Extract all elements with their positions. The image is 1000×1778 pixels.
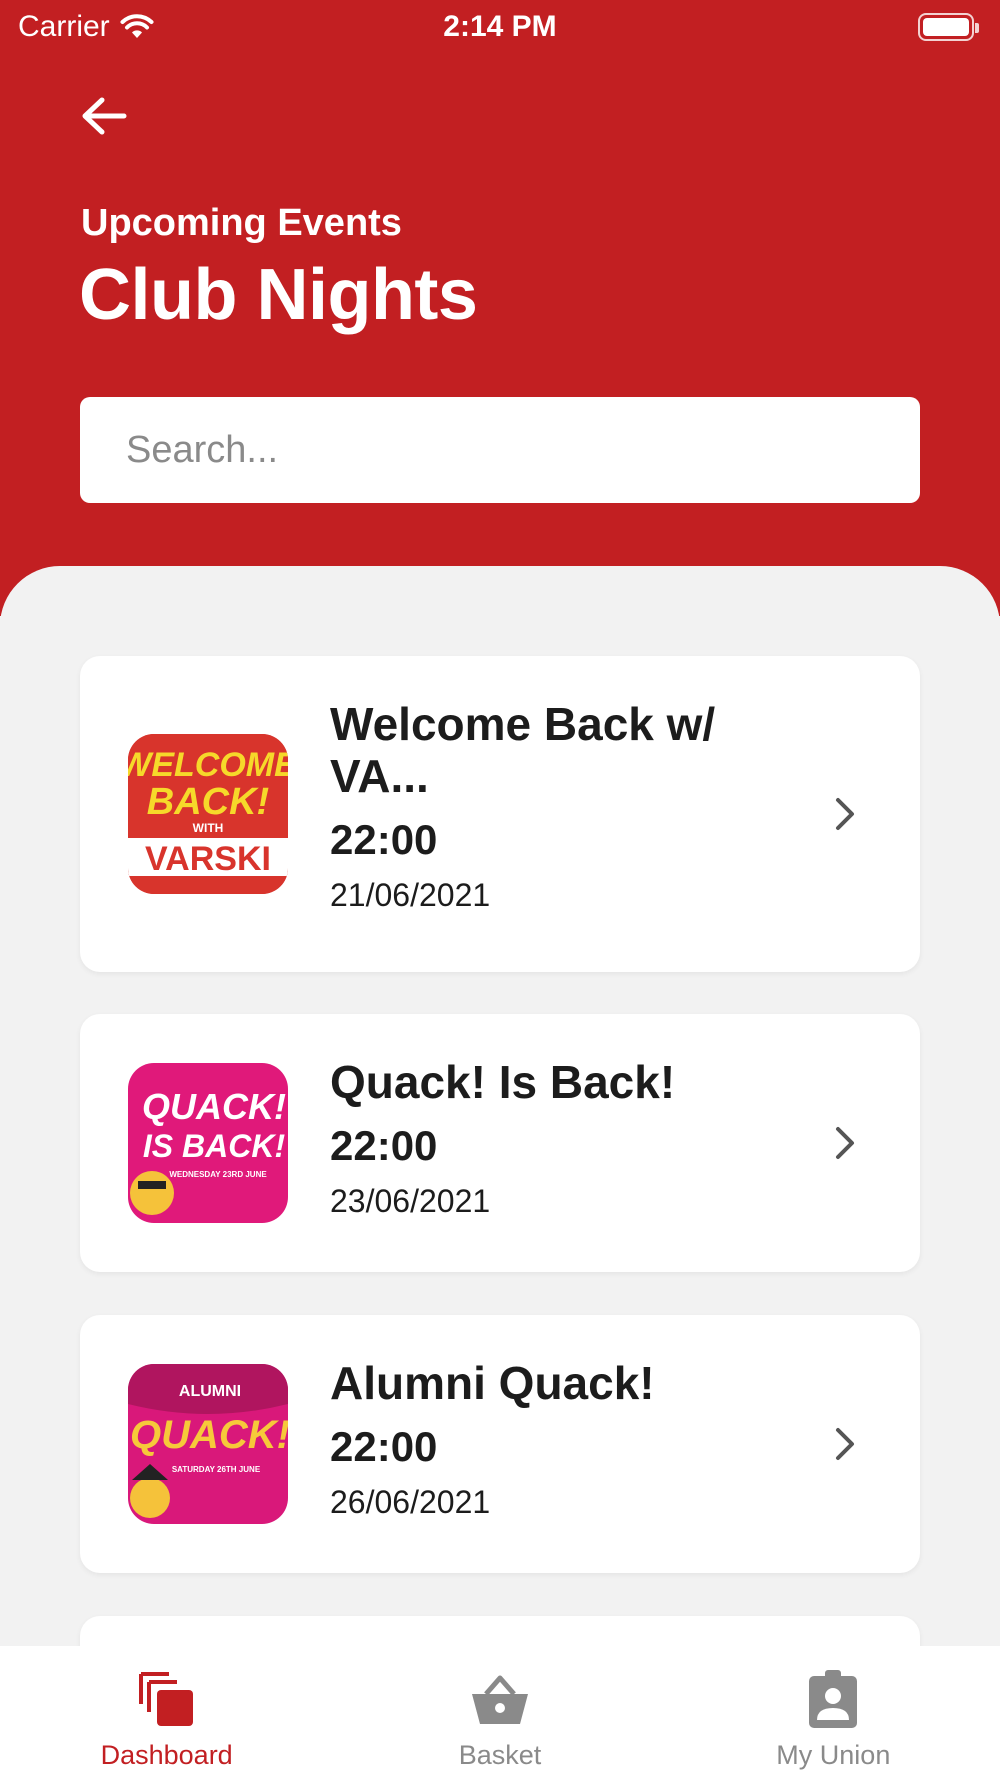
- thumb-text-1: ALUMNI: [179, 1383, 241, 1400]
- tab-basket[interactable]: Basket: [333, 1646, 666, 1778]
- tab-label: Basket: [458, 1740, 542, 1770]
- search-input[interactable]: [80, 397, 920, 503]
- tab-my-union[interactable]: My Union: [667, 1646, 1000, 1778]
- status-time: 2:14 PM: [443, 10, 557, 43]
- tab-bar: Dashboard Basket My Union: [0, 1646, 1000, 1778]
- thumb-text-3: WITH: [193, 821, 224, 835]
- back-button[interactable]: [76, 88, 132, 144]
- event-date: 21/06/2021: [330, 877, 491, 913]
- event-card[interactable]: WELCOME BACK! WITH VARSKI Welcome Back w…: [80, 656, 920, 972]
- header: Upcoming Events Club Nights: [0, 56, 1000, 616]
- thumb-text-2: QUACK!: [130, 1413, 288, 1457]
- header-subtitle: Upcoming Events: [81, 202, 402, 244]
- event-title: Welcome Back w/ VA...: [330, 698, 716, 802]
- dashboard-icon: [138, 1672, 193, 1726]
- event-date: 23/06/2021: [330, 1183, 491, 1219]
- basket-icon: [471, 1675, 528, 1724]
- event-card[interactable]: ALUMNI QUACK! SATURDAY 26TH JUNE Alumni …: [80, 1315, 920, 1573]
- tab-label: My Union: [776, 1740, 891, 1770]
- event-title: Quack! Is Back!: [330, 1056, 676, 1108]
- event-title: Alumni Quack!: [330, 1357, 655, 1409]
- chevron-right-icon: [836, 798, 854, 830]
- thumb-text-1: QUACK!: [142, 1086, 286, 1127]
- events-list: WELCOME BACK! WITH VARSKI Welcome Back w…: [0, 566, 1000, 1778]
- event-card[interactable]: QUACK! IS BACK! WEDNESDAY 23RD JUNE Quac…: [80, 1014, 920, 1272]
- battery-icon: [918, 13, 979, 41]
- page-title: Club Nights: [79, 255, 478, 335]
- tab-dashboard[interactable]: Dashboard: [0, 1646, 333, 1778]
- thumb-text-3: SATURDAY 26TH JUNE: [172, 1465, 261, 1474]
- event-thumbnail: QUACK! IS BACK! WEDNESDAY 23RD JUNE: [128, 1063, 288, 1223]
- thumb-text-1: WELCOME: [128, 746, 288, 784]
- event-date: 26/06/2021: [330, 1484, 491, 1520]
- member-card-icon: [809, 1670, 858, 1728]
- event-thumbnail: WELCOME BACK! WITH VARSKI: [128, 734, 288, 894]
- thumb-text-3: WEDNESDAY 23RD JUNE: [169, 1170, 267, 1179]
- thumb-text-4: VARSKI: [145, 840, 271, 878]
- event-time: 22:00: [330, 816, 438, 863]
- tab-label: Dashboard: [100, 1740, 233, 1770]
- event-time: 22:00: [330, 1423, 438, 1470]
- thumb-text-2: BACK!: [147, 781, 269, 823]
- event-thumbnail: ALUMNI QUACK! SATURDAY 26TH JUNE: [128, 1364, 288, 1524]
- event-time: 22:00: [330, 1122, 438, 1169]
- chevron-right-icon: [836, 1127, 854, 1159]
- thumb-text-2: IS BACK!: [143, 1128, 286, 1164]
- back-arrow-icon: [82, 97, 127, 135]
- status-bar: Carrier 2:14 PM: [0, 0, 1000, 56]
- chevron-right-icon: [836, 1428, 854, 1460]
